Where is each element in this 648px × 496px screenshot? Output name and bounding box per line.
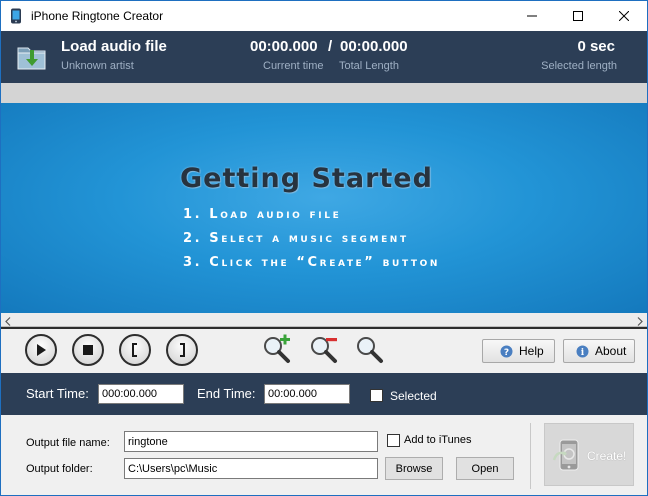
about-button[interactable]: i About (563, 339, 635, 363)
step-3: 3. Click the “Create” button (183, 255, 441, 270)
current-time-label: Current time (263, 60, 324, 72)
help-button[interactable]: ? Help (482, 339, 555, 363)
getting-started-panel[interactable]: Getting Started 1. Load audio file 2. Se… (1, 103, 647, 313)
getting-started-title: Getting Started (180, 163, 433, 194)
window-title: iPhone Ringtone Creator (31, 9, 164, 23)
zoom-out-button[interactable] (308, 333, 340, 365)
info-icon: i (576, 345, 589, 358)
selected-length-value: 0 sec (577, 38, 615, 55)
create-phone-icon (551, 438, 587, 477)
time-separator: / (328, 38, 333, 55)
start-time-label: Start Time: (26, 386, 89, 401)
help-label: Help (519, 344, 544, 358)
zoom-out-icon (311, 337, 337, 363)
zoom-in-button[interactable] (261, 333, 293, 365)
about-label: About (595, 344, 627, 358)
output-divider (530, 423, 531, 489)
zoom-fit-button[interactable] (354, 333, 386, 365)
create-button[interactable]: Create! (544, 423, 634, 486)
play-icon (37, 344, 46, 356)
set-end-button[interactable] (166, 334, 198, 366)
total-length-label: Total Length (339, 60, 399, 72)
open-button[interactable]: Open (456, 457, 514, 480)
load-folder-icon[interactable] (15, 40, 49, 74)
timeline-strip (1, 83, 647, 103)
end-time-input[interactable] (264, 384, 350, 404)
svg-text:i: i (581, 348, 585, 358)
selected-checkbox-label: Selected (390, 389, 437, 403)
maximize-button[interactable] (555, 1, 601, 31)
waveform-scrollbar[interactable] (1, 313, 647, 327)
load-audio-title[interactable]: Load audio file (61, 38, 167, 55)
bracket-right-icon (180, 343, 185, 357)
title-bar: iPhone Ringtone Creator (1, 1, 647, 31)
maximize-icon (573, 11, 583, 21)
add-to-itunes-checkbox[interactable] (387, 434, 400, 447)
step-1: 1. Load audio file (183, 207, 342, 222)
artist-label: Unknown artist (61, 60, 134, 72)
output-folder-label: Output folder: (26, 463, 93, 475)
current-time-value: 00:00.000 (250, 38, 318, 55)
info-header: Load audio file Unknown artist 00:00.000… (1, 31, 647, 83)
selected-checkbox[interactable] (370, 389, 383, 402)
output-folder-input[interactable] (124, 458, 378, 479)
output-file-name-label: Output file name: (26, 437, 110, 449)
stop-button[interactable] (72, 334, 104, 366)
stop-icon (83, 345, 93, 355)
minimize-button[interactable] (509, 1, 555, 31)
time-range-bar: Start Time: End Time: Selected (1, 373, 647, 415)
close-button[interactable] (601, 1, 647, 31)
output-section: Output file name: Add to iTunes Output f… (1, 415, 647, 495)
browse-button[interactable]: Browse (385, 457, 443, 480)
close-icon (619, 11, 629, 21)
step-2: 2. Select a music segment (183, 231, 409, 246)
app-phone-icon (9, 8, 23, 24)
help-icon: ? (500, 345, 513, 358)
total-length-value: 00:00.000 (340, 38, 408, 55)
start-time-input[interactable] (98, 384, 184, 404)
zoom-icon (357, 337, 383, 363)
svg-text:?: ? (504, 348, 509, 358)
output-file-name-input[interactable] (124, 431, 378, 452)
selected-length-label: Selected length (541, 60, 617, 72)
playback-controls: ? Help i About (1, 329, 647, 373)
create-label: Create! (587, 449, 627, 463)
minimize-icon (527, 15, 537, 17)
play-button[interactable] (25, 334, 57, 366)
set-start-button[interactable] (119, 334, 151, 366)
bracket-left-icon (132, 343, 137, 357)
zoom-in-icon (264, 334, 290, 363)
app-window: iPhone Ringtone Creator Load audio file … (0, 0, 648, 496)
add-to-itunes-label: Add to iTunes (404, 434, 472, 446)
end-time-label: End Time: (197, 386, 256, 401)
